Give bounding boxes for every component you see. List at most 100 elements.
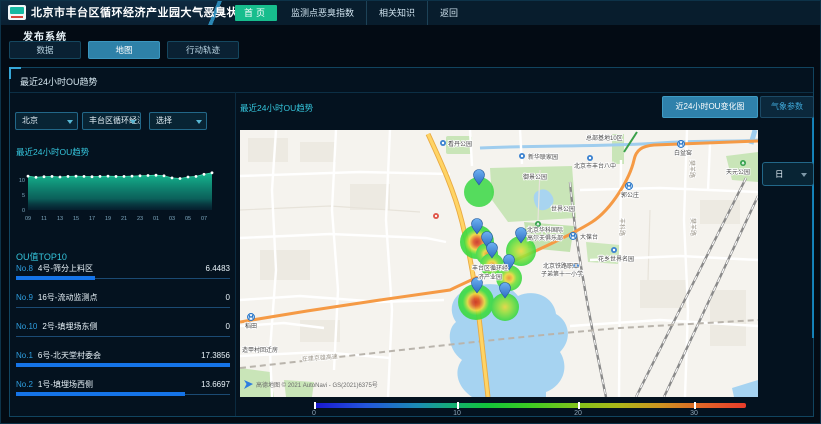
ou-value: 0 (226, 322, 230, 331)
main-nav: 首页 监测点恶臭指数 相关知识 返回 (233, 1, 470, 25)
tab-map[interactable]: 地图 (88, 41, 160, 59)
road-label: 在建京雄高速 (302, 353, 338, 363)
list-item[interactable]: No.9 16号-流动监测点0 (16, 289, 230, 318)
list-item[interactable]: No.10 2号-填埋场东侧0 (16, 318, 230, 347)
period-select[interactable]: 日 (762, 162, 814, 186)
main-panel: 最近24小时OU趋势 北京 丰台区循环经济产 选择 最近24小时OU趋势 0 5 1… (9, 67, 814, 417)
legend-tick (314, 402, 316, 409)
weather-params-button[interactable]: 气象参数 (760, 96, 814, 118)
ou-value: 6.4483 (206, 264, 230, 273)
site-name: 4号-筛分上料区 (38, 263, 206, 274)
map-label: 北京华科国际 (527, 226, 563, 234)
svg-text:5: 5 (22, 193, 25, 199)
map-label: 看丹公园 (448, 140, 472, 148)
nav-tab-knowledge[interactable]: 相关知识 (366, 1, 427, 25)
road-label: 丰科路 (618, 218, 626, 236)
site-name: 1号-填埋场西侧 (38, 379, 201, 390)
chevron-down-icon (67, 120, 73, 124)
metro-station-icon (248, 314, 255, 321)
ou-color-legend (314, 403, 746, 408)
tab-data[interactable]: 数据 (9, 41, 81, 59)
map-label: 高尔夫俱乐部 (527, 234, 563, 242)
park-icon (535, 221, 541, 227)
map-label: 世界公园 (551, 205, 575, 213)
site-select[interactable]: 选择 (149, 112, 207, 130)
column-divider (235, 92, 236, 416)
metro-station-icon (626, 183, 633, 190)
ou-value: 17.3856 (201, 351, 230, 360)
panel-divider (10, 92, 813, 93)
chevron-down-icon (130, 120, 136, 124)
map-label: 御景公园 (523, 173, 547, 181)
list-item[interactable]: No.2 1号-填埋场西侧13.6697 (16, 376, 230, 405)
map-svg: 总部基地10区 看丹公园 新华联家园 御景公园 北京市丰台八中 世界公园 白盆窑… (240, 130, 758, 397)
bar-track (16, 307, 230, 308)
chevron-down-icon (196, 120, 202, 124)
attribution-text: 高德地图 © 2021 AutoNavi - GS(2021)6375号 (256, 381, 378, 389)
tab-trajectory[interactable]: 行动轨迹 (167, 41, 239, 59)
legend-label: 10 (453, 410, 461, 417)
map-label: 新华联家园 (528, 153, 558, 161)
site-name: 6号-北天堂村委会 (38, 350, 201, 361)
map-label: 白盆窑 (674, 149, 692, 157)
ou-change-map-button[interactable]: 近24小时OU变化图 (662, 96, 758, 118)
legend-tick (457, 402, 459, 409)
map-label: 天元公园 (726, 169, 750, 176)
nav-tab-home[interactable]: 首页 (235, 5, 277, 21)
map-label: 丰台区循环经 (472, 264, 508, 272)
panel-title: 最近24小时OU趋势 (20, 75, 98, 88)
svg-text:15: 15 (73, 216, 79, 222)
nav-tab-back[interactable]: 返回 (427, 1, 470, 25)
svg-text:10: 10 (19, 178, 25, 184)
rank: No.1 (16, 351, 33, 360)
map-label: 造甲村回迁房 (242, 346, 278, 354)
app-window: 北京市丰台区循环经济产业园大气恶臭状况实时 首页 监测点恶臭指数 相关知识 返回… (0, 0, 821, 424)
nav-tab-odor-index[interactable]: 监测点恶臭指数 (279, 1, 366, 25)
ou-trend-chart: 0510091113151719212301030507 (12, 160, 222, 226)
svg-text:03: 03 (169, 216, 175, 222)
site-name: 16号-流动监测点 (38, 292, 226, 303)
poi-icon (611, 247, 617, 253)
site-select-value: 选择 (156, 116, 172, 125)
map-label: 济产业园 (478, 273, 502, 281)
svg-text:13: 13 (57, 216, 63, 222)
rank: No.8 (16, 264, 33, 273)
value-bar (16, 392, 185, 396)
list-item[interactable]: No.8 4号-筛分上料区6.4483 (16, 260, 230, 289)
ou-value: 13.6697 (201, 380, 230, 389)
poi-icon (519, 153, 525, 159)
map-label: 花乡世界名园 (598, 255, 634, 263)
legend-label: 0 (312, 410, 316, 417)
app-logo-icon (8, 5, 26, 20)
legend-tick (578, 402, 580, 409)
poi-icon (587, 155, 593, 161)
publish-tabs: 数据 地图 行动轨迹 (9, 41, 239, 59)
legend-label: 30 (690, 410, 698, 417)
header-bar: 北京市丰台区循环经济产业园大气恶臭状况实时 首页 监测点恶臭指数 相关知识 返回 (1, 1, 820, 25)
rank: No.10 (16, 322, 37, 331)
svg-text:07: 07 (201, 216, 207, 222)
svg-text:0: 0 (22, 208, 25, 214)
city-select-value: 北京 (22, 116, 38, 125)
metro-station-icon (570, 233, 577, 240)
value-bar (16, 363, 230, 367)
poi-icon (440, 140, 446, 146)
district-select[interactable]: 丰台区循环经济产 (82, 112, 141, 130)
ou-value: 0 (226, 293, 230, 302)
rank: No.2 (16, 380, 33, 389)
city-select[interactable]: 北京 (15, 112, 78, 130)
map-label: 子弟第十一小学 (541, 270, 583, 278)
map-canvas[interactable]: 总部基地10区 看丹公园 新华联家园 御景公园 北京市丰台八中 世界公园 白盆窑… (240, 130, 758, 397)
svg-text:17: 17 (89, 216, 95, 222)
svg-text:23: 23 (137, 216, 143, 222)
value-bar (16, 276, 95, 280)
rank: No.9 (16, 293, 33, 302)
bar-track (16, 336, 230, 337)
metro-station-icon (678, 141, 685, 148)
site-name: 2号-填埋场东侧 (42, 321, 225, 332)
map-label: 大葆台 (580, 233, 598, 241)
trend-chart-label: 最近24小时OU趋势 (16, 146, 89, 158)
road-label: 樊羊路 (688, 160, 696, 178)
map-label: 稻田 (245, 322, 257, 330)
list-item[interactable]: No.1 6号-北天堂村委会17.3856 (16, 347, 230, 376)
